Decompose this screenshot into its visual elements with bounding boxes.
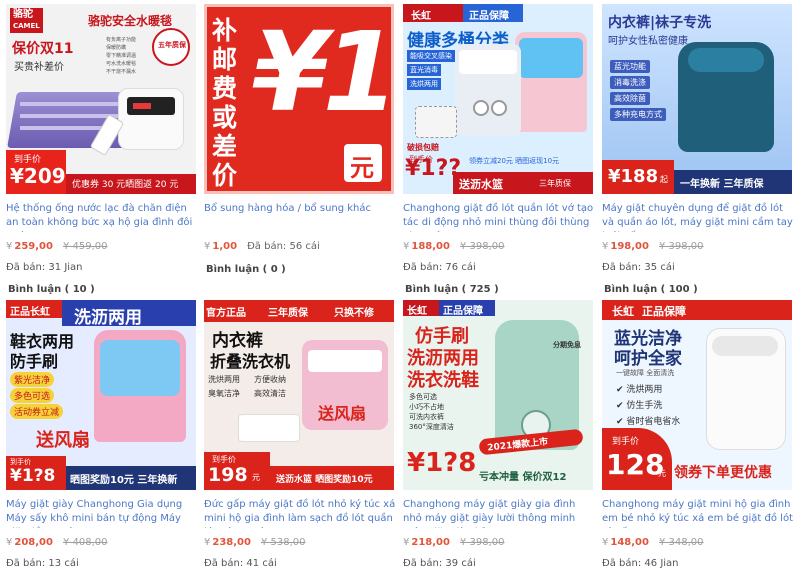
image-coupon: 领券立减20元 晒图返现10元: [469, 157, 560, 165]
review-count[interactable]: Bình luận ( 10 ): [8, 284, 95, 295]
sold-count: Đã bán: 41 cái: [204, 558, 277, 569]
product-card[interactable]: 内衣裤|袜子专洗 呵护女性私密健康 蓝光功能 消毒洗涤 高效除菌 多种充电方式 …: [602, 4, 794, 274]
tag: 正品长虹: [6, 300, 62, 318]
price-row: ¥218,00 ¥ 398,00: [403, 537, 505, 548]
sold-count: Đã bán: 35 cái: [602, 262, 675, 273]
image-price-box: 到手价 198 元: [204, 452, 270, 490]
sold-count: Đã bán: 76 cái: [403, 262, 476, 273]
price-row: ¥198,00 ¥ 398,00: [602, 241, 704, 252]
basket: [415, 106, 457, 138]
original-price: ¥ 398,00: [459, 241, 505, 252]
controller-device: [118, 88, 184, 150]
current-price: 188,00: [411, 241, 450, 252]
product-title[interactable]: Máy giặt chuyên dụng để giặt đồ lót và q…: [602, 202, 794, 232]
product-card[interactable]: 骆驼 CAMEL 骆驼安全水暖毯 保价双11 买贵补差价 五年质保 有负离子功能 …: [6, 4, 196, 274]
review-count[interactable]: Bình luận ( 725 ): [405, 284, 499, 295]
image-headline: 骆驼安全水暖毯: [88, 14, 173, 28]
price-row: ¥259,00 ¥ 459,00: [6, 241, 108, 252]
image-promo: 保价双11: [12, 41, 74, 57]
sold-count: Đã bán: 39 cái: [403, 558, 476, 569]
current-price: 148,00: [610, 537, 649, 548]
installment-badge: 分期免息: [553, 341, 581, 349]
gift-text: 送风扇: [318, 404, 367, 423]
image-sub: 呵护女性私密健康: [608, 36, 688, 47]
image-promo-sub: 买贵补差价: [14, 62, 64, 73]
current-price: 1,00: [212, 241, 238, 252]
price-row: ¥208,00 ¥ 408,00: [6, 537, 108, 548]
product-card[interactable]: 长虹 正品保障 仿手刷 洗沥两用 洗衣洗鞋 多色可选 小巧不占地 可洗内衣裤 3…: [403, 300, 593, 570]
product-image[interactable]: 官方正品 三年质保 只换不修 内衣裤 折叠洗衣机 洗烘两用 方便收纳 臭氧洁净 …: [204, 300, 394, 490]
sold-count: Đã bán: 56 cái: [247, 241, 320, 252]
current-price: 198,00: [610, 241, 649, 252]
image-price-box: 到手价 ¥209: [6, 150, 66, 194]
review-count[interactable]: Bình luận ( 0 ): [206, 264, 286, 275]
product-title[interactable]: Changhong máy giặt mini hộ gia đình em b…: [602, 498, 794, 528]
product-title[interactable]: Đức gấp máy giặt đồ lót nhỏ ký túc xá mi…: [204, 498, 396, 528]
image-price: ¥1?8: [407, 448, 477, 478]
price-row: ¥188,00 ¥ 398,00: [403, 241, 505, 252]
product-card[interactable]: 补邮费或差价 ¥1 元 Bổ sung hàng hóa / bổ sung k…: [204, 4, 394, 274]
original-price: ¥ 538,00: [260, 537, 306, 548]
current-price: 238,00: [212, 537, 251, 548]
price-row: ¥148,00 ¥ 348,00: [602, 537, 704, 548]
brand-logo: 长虹: [403, 300, 439, 317]
product-image[interactable]: 正品长虹 洗沥两用 鞋衣两用 防手刷 紫光洁净 多色可选 活动券立减 送风扇 到…: [6, 300, 196, 490]
promo-note: 破损包赔: [407, 143, 439, 152]
original-price: ¥ 459,00: [62, 241, 108, 252]
product-title[interactable]: Bổ sung hàng hóa / bổ sung khác: [204, 202, 396, 232]
image-bottom-text: 亏本冲量 保价双12: [479, 472, 567, 483]
price-row: ¥238,00 ¥ 538,00: [204, 537, 306, 548]
image-price-box: 到手价 128 元: [602, 428, 672, 490]
product-card[interactable]: 长虹 正品保障 健康多桶分类 能吸交叉感染 蓝光消毒 洗烘两用 破损包赔 到手价…: [403, 4, 593, 274]
product-card[interactable]: 长虹 正品保障 蓝光洁净 呵护全家 一键故障 全面清洗 ✔ 洗烘两用 ✔ 仿生手…: [602, 300, 794, 570]
image-price-box: ¥188 起: [602, 160, 674, 194]
image-bottom-banner: 晒图奖励10元 三年换新: [66, 466, 196, 490]
unit-box: 元: [344, 144, 382, 182]
sold-count: Đã bán: 46 Jian: [602, 558, 679, 569]
product-title[interactable]: Hệ thống ống nước lạc đà chăn điện an to…: [6, 202, 198, 232]
product-image[interactable]: 骆驼 CAMEL 骆驼安全水暖毯 保价双11 买贵补差价 五年质保 有负离子功能 …: [6, 4, 196, 194]
image-bottom-banner: 一年换新 三年质保: [674, 170, 792, 194]
image-bottom-banner: 优惠券 30 元晒图返 20 元: [66, 174, 196, 194]
original-price: ¥ 398,00: [658, 241, 704, 252]
price-row: ¥1,00 Đã bán: 56 cái: [204, 241, 320, 252]
product-card[interactable]: 正品长虹 洗沥两用 鞋衣两用 防手刷 紫光洁净 多色可选 活动券立减 送风扇 到…: [6, 300, 196, 570]
original-price: ¥ 348,00: [658, 537, 704, 548]
product-image[interactable]: 内衣裤|袜子专洗 呵护女性私密健康 蓝光功能 消毒洗涤 高效除菌 多种充电方式 …: [602, 4, 792, 194]
image-big-number: ¥1: [252, 8, 394, 136]
sold-count: Đã bán: 13 cái: [6, 558, 79, 569]
image-bottom-banner: 送沥水篮 晒图奖励10元: [270, 466, 394, 490]
product-card[interactable]: 官方正品 三年质保 只换不修 内衣裤 折叠洗衣机 洗烘两用 方便收纳 臭氧洁净 …: [204, 300, 396, 570]
product-title[interactable]: Changhong máy giặt giày gia đình nhỏ máy…: [403, 498, 595, 528]
image-headline: 内衣裤|袜子专洗: [608, 15, 712, 31]
image-bottom-text: 领券下单更优惠: [674, 465, 772, 481]
product-image[interactable]: 补邮费或差价 ¥1 元: [204, 4, 394, 194]
brand-logo: 骆驼 CAMEL: [10, 8, 43, 33]
image-sub: 一键故障 全面清洗: [616, 369, 675, 377]
current-price: 259,00: [14, 241, 53, 252]
warranty-badge: 五年质保: [152, 28, 190, 66]
image-bottom-banner: 送沥水篮 三年质保: [453, 172, 593, 194]
product-image[interactable]: 长虹 正品保障 蓝光洁净 呵护全家 一键故障 全面清洗 ✔ 洗烘两用 ✔ 仿生手…: [602, 300, 792, 490]
tag: 官方正品: [206, 308, 246, 319]
review-count[interactable]: Bình luận ( 100 ): [604, 284, 698, 295]
original-price: ¥ 408,00: [62, 537, 108, 548]
brand-logo: 长虹: [403, 4, 463, 22]
product-title[interactable]: Máy giặt giày Changhong Gia dụng Máy sấy…: [6, 498, 198, 528]
product-image[interactable]: 长虹 正品保障 仿手刷 洗沥两用 洗衣洗鞋 多色可选 小巧不占地 可洗内衣裤 3…: [403, 300, 593, 490]
current-price: 218,00: [411, 537, 450, 548]
brand-logo: 长虹: [612, 305, 634, 318]
basket: [238, 414, 300, 442]
image-price-box: 到手价 ¥1?8: [6, 456, 66, 490]
gift-text: 送风扇: [36, 430, 90, 451]
original-price: ¥ 398,00: [459, 537, 505, 548]
product-image[interactable]: 长虹 正品保障 健康多桶分类 能吸交叉感染 蓝光消毒 洗烘两用 破损包赔 到手价…: [403, 4, 593, 194]
image-left-text: 补邮费或差价: [212, 16, 238, 190]
sold-count: Đã bán: 31 Jian: [6, 262, 83, 273]
product-title[interactable]: Changhong giặt đồ lót quần lót vớ tạo tá…: [403, 202, 595, 232]
current-price: 208,00: [14, 537, 53, 548]
